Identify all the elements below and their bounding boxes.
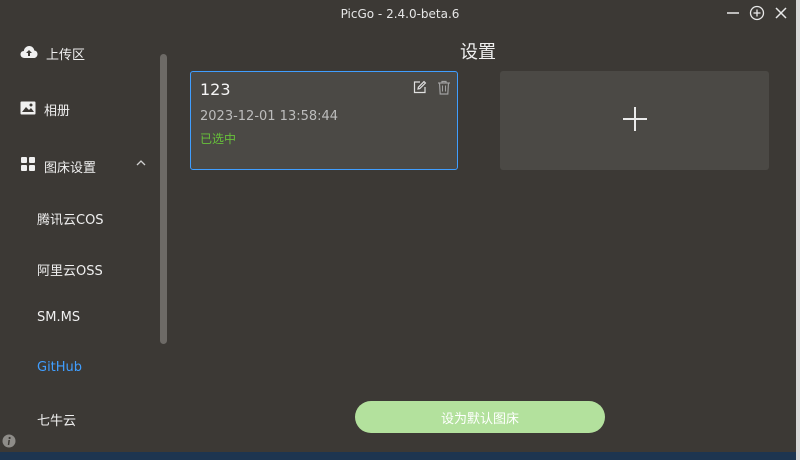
sidebar-item-label: 上传区 bbox=[46, 48, 86, 63]
window-title: PicGo - 2.4.0-beta.6 bbox=[340, 7, 460, 21]
picture-icon bbox=[20, 101, 36, 119]
window-controls bbox=[724, 4, 790, 22]
background-window-edge bbox=[796, 0, 800, 460]
grid-icon bbox=[20, 156, 36, 176]
chevron-up-icon bbox=[135, 157, 147, 173]
info-icon[interactable] bbox=[2, 433, 16, 448]
page-title: 设置 bbox=[460, 42, 496, 63]
config-status: 已选中 bbox=[200, 132, 237, 146]
close-icon[interactable] bbox=[772, 4, 790, 22]
sidebar-subitem-github[interactable]: GitHub bbox=[37, 360, 82, 375]
sidebar-item-upload[interactable]: 上传区 bbox=[20, 44, 85, 63]
sidebar-subitem-smms[interactable]: SM.MS bbox=[37, 310, 80, 325]
sidebar-subitem-aliyun-oss[interactable]: 阿里云OSS bbox=[37, 260, 103, 279]
title-bar[interactable]: PicGo - 2.4.0-beta.6 bbox=[0, 0, 800, 28]
minimize-icon[interactable] bbox=[724, 4, 742, 22]
plus-icon bbox=[622, 106, 648, 136]
sidebar-scrollbar[interactable] bbox=[160, 54, 167, 344]
config-name: 123 bbox=[200, 80, 231, 99]
sidebar-subitem-tencent-cos[interactable]: 腾讯云COS bbox=[37, 209, 104, 228]
sidebar-item-label: 图床设置 bbox=[44, 160, 97, 176]
desktop-background-strip bbox=[0, 452, 796, 460]
add-config-button[interactable] bbox=[500, 71, 769, 170]
set-default-button[interactable]: 设为默认图床 bbox=[355, 401, 605, 433]
mini-window-icon[interactable] bbox=[748, 4, 766, 22]
config-card[interactable]: 123 2023-12-01 13:58:44 已选中 bbox=[190, 71, 458, 170]
sidebar-subitem-qiniu[interactable]: 七牛云 bbox=[37, 410, 76, 429]
cloud-upload-icon bbox=[20, 45, 38, 63]
sidebar-item-gallery[interactable]: 相册 bbox=[20, 100, 70, 119]
sidebar-item-picbed-settings[interactable]: 图床设置 bbox=[20, 156, 150, 176]
config-actions bbox=[412, 80, 451, 99]
sidebar: 上传区 相册 图床设置 腾讯云COS 阿里云OSS SM.MS GitHub 七… bbox=[0, 28, 170, 460]
edit-icon[interactable] bbox=[412, 80, 427, 99]
delete-icon[interactable] bbox=[437, 80, 451, 99]
config-time: 2023-12-01 13:58:44 bbox=[200, 109, 339, 124]
picgo-window: PicGo - 2.4.0-beta.6 上传区 相册 图床设置 腾讯云COS … bbox=[0, 0, 800, 460]
sidebar-item-label: 相册 bbox=[44, 104, 71, 119]
